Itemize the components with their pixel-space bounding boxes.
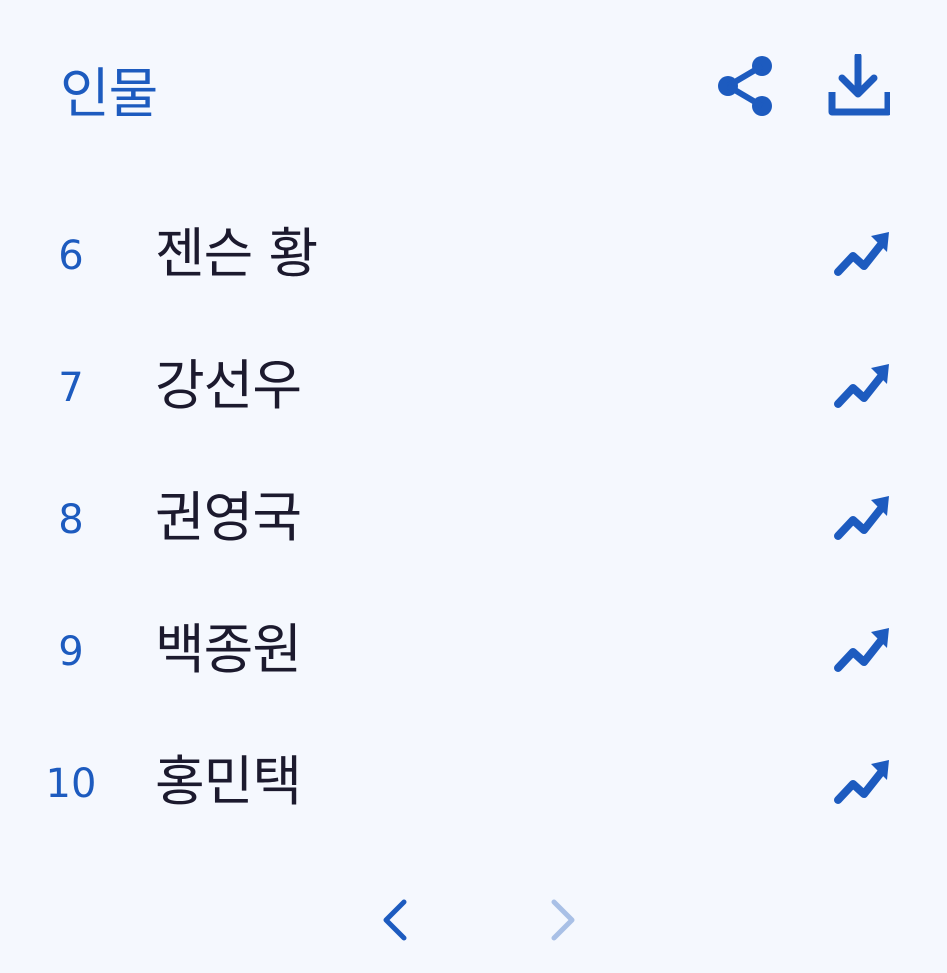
- rank-number: 7: [58, 365, 84, 411]
- person-name[interactable]: 백종원: [155, 614, 302, 686]
- ranking-card: 인물 6 젠슨 황 7 강선우 8 권영국 9 백종원 10 홍민택: [0, 0, 947, 973]
- chevron-right-icon[interactable]: [532, 888, 592, 952]
- download-icon[interactable]: [826, 54, 890, 118]
- chevron-left-icon[interactable]: [364, 888, 424, 952]
- list-item[interactable]: 6 젠슨 황: [0, 190, 947, 322]
- trending-up-icon[interactable]: [833, 360, 891, 412]
- trending-up-icon[interactable]: [833, 624, 891, 676]
- list-item[interactable]: 9 백종원: [0, 586, 947, 718]
- rank-number: 10: [45, 761, 97, 807]
- list-item[interactable]: 10 홍민택: [0, 718, 947, 850]
- list-item[interactable]: 8 권영국: [0, 454, 947, 586]
- section-title: 인물: [60, 62, 158, 125]
- rank-number: 9: [58, 629, 84, 675]
- rank-number: 8: [58, 497, 84, 543]
- trending-up-icon[interactable]: [833, 756, 891, 808]
- share-icon[interactable]: [714, 54, 778, 118]
- person-name[interactable]: 권영국: [155, 482, 302, 554]
- rank-number: 6: [58, 233, 84, 279]
- person-name[interactable]: 홍민택: [155, 746, 302, 818]
- trending-up-icon[interactable]: [833, 228, 891, 280]
- list-item[interactable]: 7 강선우: [0, 322, 947, 454]
- person-name[interactable]: 젠슨 황: [155, 218, 318, 290]
- trending-up-icon[interactable]: [833, 492, 891, 544]
- person-name[interactable]: 강선우: [155, 350, 302, 422]
